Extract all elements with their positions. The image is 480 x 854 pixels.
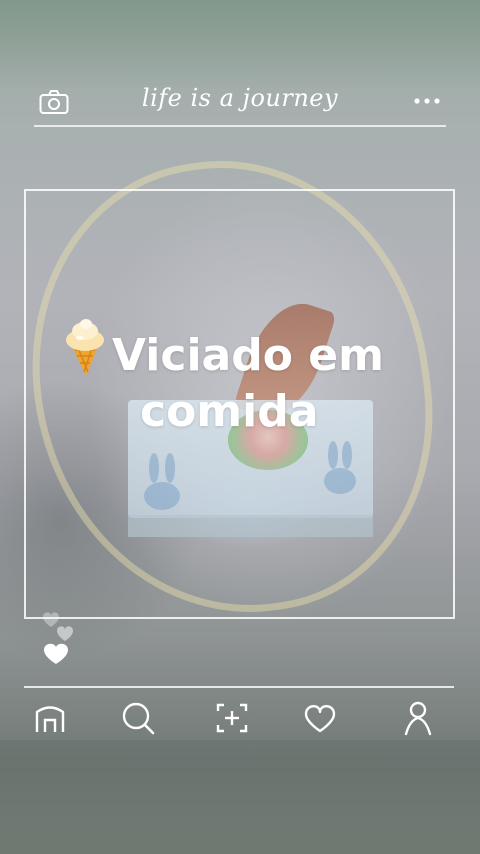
post-caption: Viciado em comida xyxy=(62,318,452,440)
nav-divider xyxy=(24,686,454,688)
caption-text-1: Viciado em xyxy=(112,330,384,381)
search-icon[interactable] xyxy=(118,698,158,738)
top-bar: life is a journey xyxy=(34,82,446,126)
more-icon[interactable] xyxy=(414,98,440,104)
add-post-icon[interactable] xyxy=(212,698,252,738)
top-shade xyxy=(0,0,480,90)
home-icon[interactable] xyxy=(30,698,70,738)
bottom-nav xyxy=(24,696,454,740)
caption-line-1: Viciado em xyxy=(62,318,452,384)
bottom-shade xyxy=(0,740,480,854)
heart-icon xyxy=(44,643,68,664)
ice-cream-icon xyxy=(66,319,104,376)
heart-icon xyxy=(43,612,59,627)
heart-icon xyxy=(57,626,73,641)
header-divider xyxy=(34,125,446,127)
header-title: life is a journey xyxy=(141,84,339,112)
reaction-hearts[interactable] xyxy=(38,608,80,668)
profile-icon[interactable] xyxy=(398,698,438,738)
likes-icon[interactable] xyxy=(300,698,340,738)
caption-text-2: comida xyxy=(140,386,319,437)
